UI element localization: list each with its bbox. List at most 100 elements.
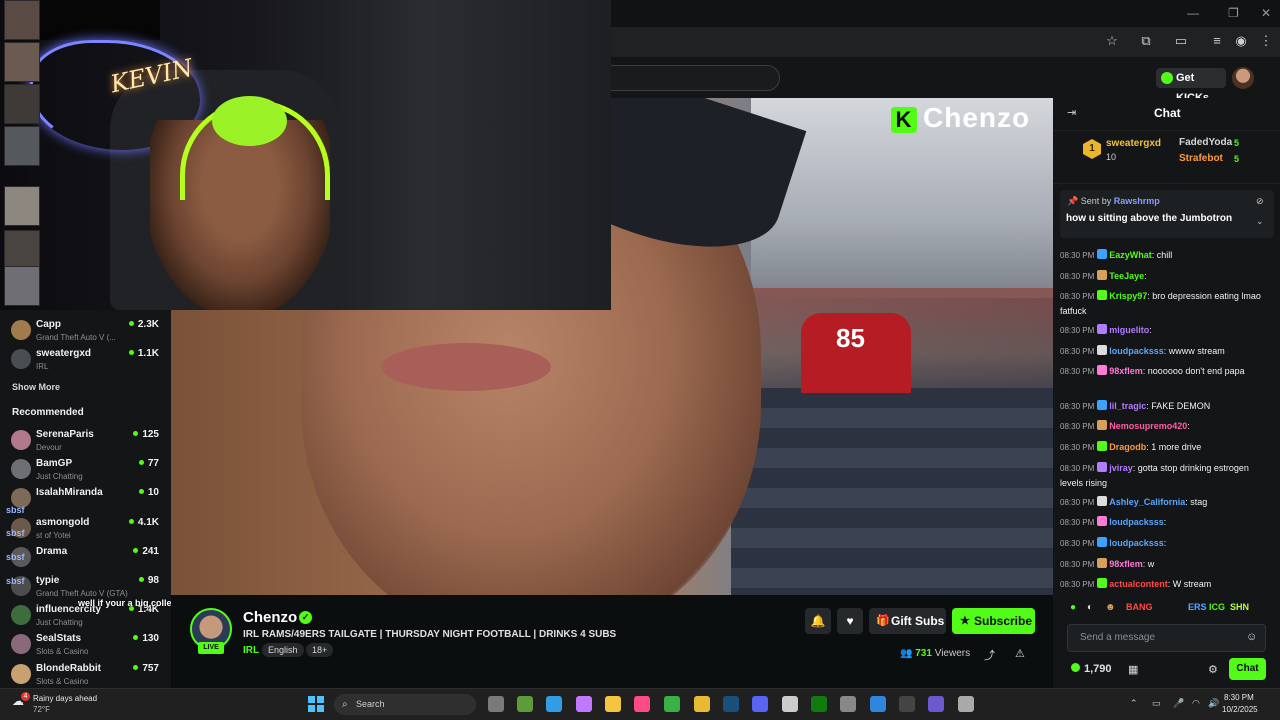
minimize-button[interactable]: — (1187, 6, 1199, 20)
file-explorer-icon[interactable] (488, 696, 504, 712)
music-icon[interactable] (634, 696, 650, 712)
xbox-icon[interactable] (811, 696, 827, 712)
gift-subs-button[interactable]: 🎁 Gift Subs (869, 608, 946, 634)
tag-language[interactable]: English (262, 643, 304, 657)
chevron-down-icon[interactable]: ⌄ (1256, 216, 1264, 227)
emote-icon[interactable]: SHN (1230, 602, 1249, 612)
network-icon[interactable]: ▭ (1152, 698, 1161, 709)
bookmark-star-icon[interactable]: ☆ (1104, 33, 1120, 49)
emote-icon[interactable]: ◐ (1087, 602, 1093, 613)
channel-category: Slots & Casino (36, 647, 89, 657)
folder-icon[interactable] (605, 696, 621, 712)
weather-title[interactable]: Rainy days ahead (33, 694, 97, 703)
sidebar-channel[interactable]: SerenaParis Devour 125 (0, 426, 171, 456)
leaderboard-top-name[interactable]: sweatergxd (1106, 138, 1161, 149)
app-icon[interactable] (840, 696, 856, 712)
clock-date[interactable]: 10/2/2025 (1222, 705, 1258, 714)
stream-category[interactable]: IRL (243, 645, 259, 656)
search-input[interactable] (600, 65, 780, 91)
sidebar-channel[interactable]: IsalahMiranda 10 (0, 484, 171, 514)
cast-icon[interactable]: ▭ (1173, 33, 1189, 49)
hide-pinned-icon[interactable]: ⊘ (1256, 196, 1264, 207)
app-icon[interactable] (782, 696, 798, 712)
emote-icon[interactable]: ☻ (1105, 602, 1116, 613)
reading-list-icon[interactable]: ≡ (1209, 33, 1225, 49)
message-username[interactable]: Dragodb (1109, 442, 1146, 452)
app-icon[interactable] (928, 696, 944, 712)
chat-send-button[interactable]: Chat (1229, 658, 1266, 680)
profile-icon[interactable]: ◉ (1233, 33, 1249, 49)
chrome-icon[interactable] (694, 696, 710, 712)
emote-icon[interactable]: ERS (1188, 602, 1207, 612)
message-username[interactable]: lil_tragic (1109, 401, 1146, 411)
maximize-button[interactable]: ❐ (1228, 6, 1239, 20)
share-icon[interactable]: ⤴ (984, 647, 995, 663)
subscribe-button[interactable]: ★ Subscribe (952, 608, 1035, 634)
collapse-chat-icon[interactable]: ⇥ (1067, 106, 1076, 119)
wifi-icon[interactable]: ◠ (1192, 698, 1200, 709)
streamer-name[interactable]: Chenzo (243, 609, 297, 626)
emote-icon[interactable]: ICG (1209, 602, 1225, 612)
sidebar-channel[interactable]: sweatergxd IRL 1.1K (0, 345, 171, 375)
minecraft-icon[interactable] (517, 696, 533, 712)
follow-heart-button[interactable]: ♥ (837, 608, 863, 634)
channel-name: BamGP (36, 458, 73, 470)
message-username[interactable]: Ashley_California (1109, 497, 1185, 507)
extensions-icon[interactable]: ⧉ (1138, 33, 1154, 49)
recommended-heading: Recommended (12, 407, 84, 418)
obs-icon[interactable] (899, 696, 915, 712)
tag-mature[interactable]: 18+ (306, 643, 334, 657)
sidebar-channel[interactable]: SealStats Slots & Casino 130 (0, 630, 171, 660)
show-more-link[interactable]: Show More (12, 382, 60, 392)
sidebar-channel[interactable]: Capp Grand Theft Auto V (... 2.3K (0, 316, 171, 346)
app-icon[interactable] (958, 696, 974, 712)
get-kicks-button[interactable]: Get KICKs (1156, 68, 1226, 104)
microphone-icon[interactable]: 🎤 (1173, 698, 1184, 709)
leaderboard-second-name[interactable]: FadedYoda (1179, 137, 1232, 148)
emote-icon[interactable]: ● (1070, 602, 1076, 613)
user-avatar[interactable] (1232, 67, 1254, 89)
discord-icon[interactable] (752, 696, 768, 712)
message-username[interactable]: Krispy97 (1109, 291, 1147, 301)
store-icon[interactable]: ▦ (1128, 663, 1138, 676)
chat-title: Chat (1154, 106, 1181, 120)
message-username[interactable]: 98xflem (1109, 559, 1143, 569)
app-icon[interactable] (870, 696, 886, 712)
app-icon[interactable] (664, 696, 680, 712)
channel-name: IsalahMiranda (36, 487, 103, 499)
message-username[interactable]: loudpacksss (1109, 517, 1164, 527)
gear-icon[interactable]: ⚙ (1208, 663, 1218, 676)
sidebar-channel[interactable]: BlondeRabbit Slots & Casino 757 (0, 660, 171, 690)
report-icon[interactable]: ⚠ (1015, 647, 1025, 660)
message-username[interactable]: loudpacksss (1109, 346, 1164, 356)
chat-message-input[interactable]: Send a message (1067, 624, 1266, 652)
sidebar-channel[interactable]: BamGP Just Chatting 77 (0, 455, 171, 485)
message-username[interactable]: TeeJaye (1109, 271, 1144, 281)
sidebar-channel[interactable]: asmongold st of Yotei 4.1K (0, 514, 171, 544)
sidebar-channel[interactable]: Drama 241 (0, 543, 171, 573)
close-button[interactable]: ✕ (1261, 6, 1271, 20)
volume-icon[interactable]: 🔊 (1208, 698, 1219, 709)
taskbar-search[interactable]: ⌕ Search (334, 694, 476, 715)
message-username[interactable]: loudpacksss (1109, 538, 1164, 548)
message-username[interactable]: 98xflem (1109, 366, 1143, 376)
message-username[interactable]: actualcontent (1109, 579, 1168, 589)
chat-message: 08:30 PM lil_tragic: FAKE DEMON (1060, 400, 1211, 411)
kicks-balance[interactable]: 1,790 (1071, 663, 1112, 675)
emoji-picker-icon[interactable]: ☺ (1246, 631, 1257, 643)
clock-time[interactable]: 8:30 PM (1224, 693, 1254, 702)
edge-icon[interactable] (546, 696, 562, 712)
message-username[interactable]: jviray (1109, 463, 1133, 473)
browser-menu-icon[interactable]: ⋮ (1258, 33, 1274, 49)
steam-icon[interactable] (723, 696, 739, 712)
message-username[interactable]: miguelito (1109, 325, 1149, 335)
leaderboard-third-name[interactable]: Strafebot (1179, 153, 1223, 164)
emote-icon[interactable]: BANG (1126, 602, 1153, 612)
start-button[interactable] (308, 696, 324, 712)
chevron-up-icon[interactable]: ⌃ (1130, 698, 1138, 709)
message-username[interactable]: EazyWhat (1109, 250, 1152, 260)
message-time: 08:30 PM (1060, 518, 1095, 527)
notification-bell-button[interactable]: 🔔 (805, 608, 831, 634)
copilot-icon[interactable] (576, 696, 592, 712)
message-username[interactable]: Nemosupremo420 (1109, 421, 1187, 431)
